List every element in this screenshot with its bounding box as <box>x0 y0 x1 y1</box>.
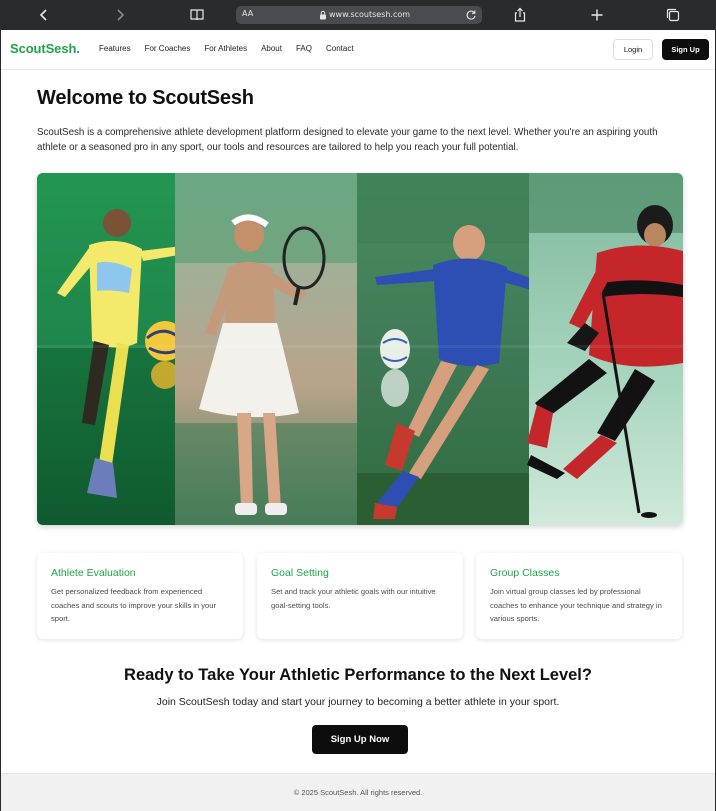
main-nav: Features For Coaches For Athletes About … <box>99 44 368 53</box>
signup-now-button[interactable]: Sign Up Now <box>312 725 408 754</box>
reader-mode-button[interactable]: AA <box>242 9 253 18</box>
feature-title: Goal Setting <box>271 567 329 579</box>
login-button[interactable]: Login <box>613 39 653 60</box>
site-footer: © 2025 ScoutSesh. All rights reserved. <box>1 773 715 811</box>
hero-image-athletes-collage <box>37 173 683 525</box>
intro-paragraph: ScoutSesh is a comprehensive athlete dev… <box>37 127 658 153</box>
nav-link-for-athletes[interactable]: For Athletes <box>204 44 247 53</box>
site-header: ScoutSesh. Features For Coaches For Athl… <box>1 30 715 70</box>
nav-link-features[interactable]: Features <box>99 44 131 53</box>
back-arrow-icon[interactable] <box>36 7 52 23</box>
bookmarks-icon[interactable] <box>189 7 205 23</box>
url-text: www.scoutsesh.com <box>329 10 411 19</box>
cta-subtitle: Join ScoutSesh today and start your jour… <box>156 696 560 708</box>
cta-heading: Ready to Take Your Athletic Performance … <box>124 666 592 684</box>
nav-link-about[interactable]: About <box>261 44 282 53</box>
feature-title: Group Classes <box>490 567 560 579</box>
feature-card-group-classes: Group Classes Join virtual group classes… <box>476 553 682 639</box>
feature-title: Athlete Evaluation <box>51 567 136 579</box>
tabs-icon[interactable] <box>665 7 681 23</box>
signup-button[interactable]: Sign Up <box>662 39 709 60</box>
lock-icon <box>319 10 327 20</box>
feature-description: Get personalized feedback from experienc… <box>51 587 217 623</box>
copyright-text: © 2025 ScoutSesh. All rights reserved. <box>293 788 423 797</box>
web-page: ScoutSesh. Features For Coaches For Athl… <box>0 30 716 811</box>
address-bar[interactable]: AA www.scoutsesh.com <box>236 6 482 24</box>
browser-toolbar: AA www.scoutsesh.com <box>0 0 716 30</box>
new-tab-icon[interactable] <box>589 7 605 23</box>
nav-link-faq[interactable]: FAQ <box>296 44 312 53</box>
page-title: Welcome to ScoutSesh <box>37 87 254 109</box>
nav-link-contact[interactable]: Contact <box>326 44 354 53</box>
share-icon[interactable] <box>512 7 528 23</box>
nav-link-for-coaches[interactable]: For Coaches <box>145 44 191 53</box>
feature-card-athlete-evaluation: Athlete Evaluation Get personalized feed… <box>37 553 243 639</box>
brand-logo[interactable]: ScoutSesh. <box>10 41 80 56</box>
feature-description: Join virtual group classes led by profes… <box>490 587 662 623</box>
feature-card-goal-setting: Goal Setting Set and track your athletic… <box>257 553 463 639</box>
forward-arrow-icon[interactable] <box>112 7 128 23</box>
feature-description: Set and track your athletic goals with o… <box>271 587 436 610</box>
reload-icon[interactable] <box>465 9 477 21</box>
